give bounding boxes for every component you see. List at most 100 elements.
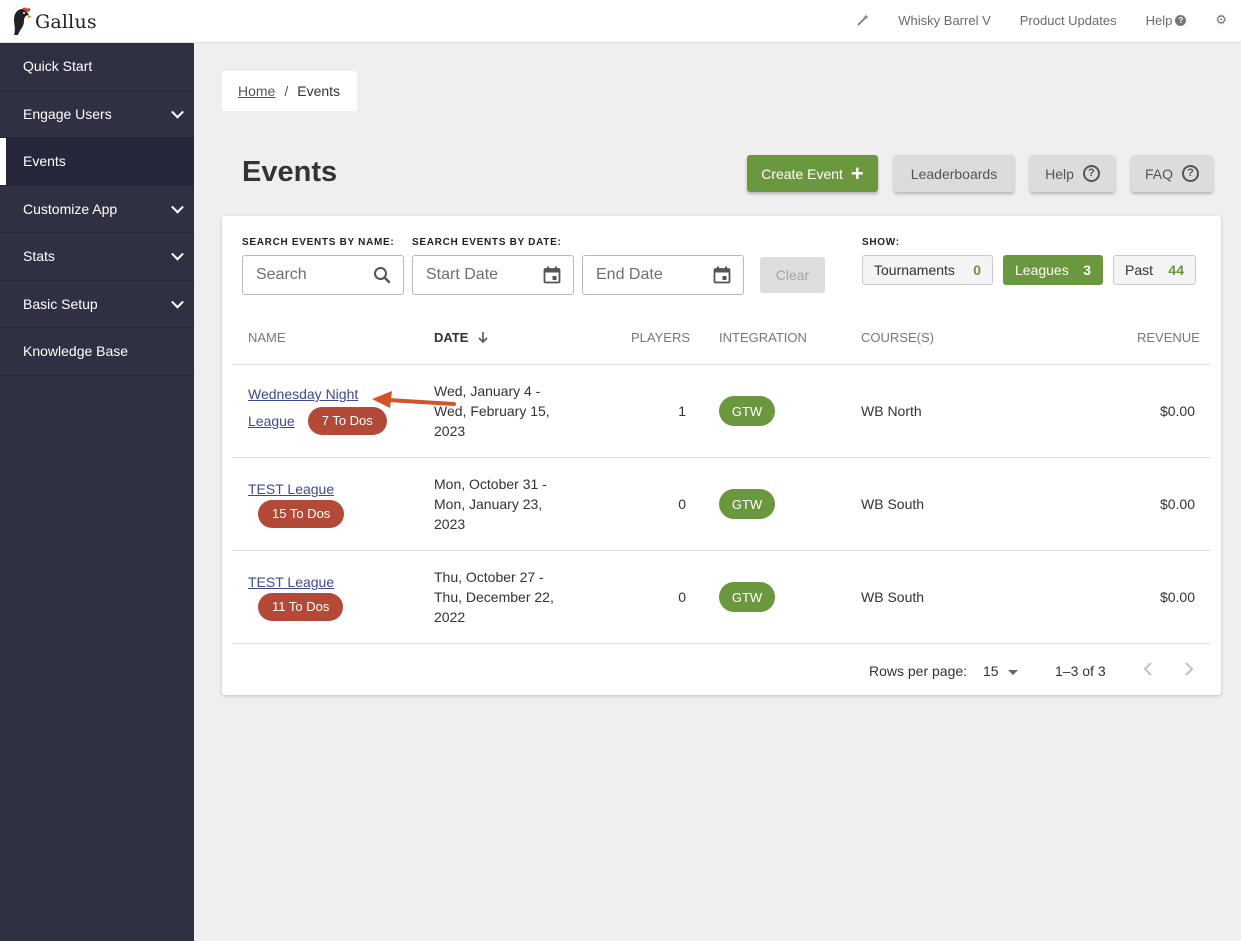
sidebar-item-label: Quick Start — [23, 58, 93, 75]
integration-badge: GTW — [719, 396, 775, 426]
todo-badge[interactable]: 15 To Dos — [258, 500, 345, 528]
sidebar-item-label: Basic Setup — [23, 295, 98, 312]
sidebar-item-knowledge-base[interactable]: Knowledge Base — [0, 328, 194, 376]
calendar-icon[interactable] — [713, 266, 731, 284]
show-label: SHOW: — [862, 237, 900, 248]
app-logo[interactable]: Gallus — [8, 7, 97, 37]
revenue-value: $0.00 — [1159, 589, 1195, 605]
event-name-link[interactable]: TEST League — [248, 481, 334, 497]
column-header-players[interactable]: PLAYERS — [631, 330, 690, 345]
create-event-label: Create Event — [761, 165, 843, 182]
chevron-down-icon — [171, 105, 184, 119]
sidebar-item-customize-app[interactable]: Customize App — [0, 186, 194, 233]
create-event-button[interactable]: Create Event + — [747, 155, 878, 192]
chevron-left-icon[interactable] — [1142, 662, 1154, 676]
gear-icon[interactable]: ⚙ — [1215, 12, 1227, 28]
column-header-date-label: DATE — [434, 330, 469, 345]
top-bar: Gallus Whisky Barrel V Product Updates H… — [0, 0, 1241, 43]
todo-badge[interactable]: 11 To Dos — [258, 593, 344, 621]
revenue-value: $0.00 — [1159, 496, 1195, 512]
breadcrumb-current: Events — [297, 83, 341, 99]
integration-badge: GTW — [719, 582, 775, 612]
event-name-link[interactable]: TEST League — [248, 574, 334, 590]
chip-label: Tournaments — [874, 262, 955, 278]
filter-chip-past[interactable]: Past 44 — [1113, 255, 1196, 285]
search-icon — [374, 267, 391, 284]
filter-chip-tournaments[interactable]: Tournaments 0 — [862, 255, 993, 285]
divider — [232, 643, 1211, 644]
players-count: 1 — [678, 403, 686, 419]
sidebar-item-basic-setup[interactable]: Basic Setup — [0, 281, 194, 328]
search-field — [242, 255, 404, 295]
help-link[interactable]: Help? — [1146, 13, 1187, 28]
sidebar-item-quick-start[interactable]: Quick Start — [0, 43, 194, 91]
sidebar-item-engage-users[interactable]: Engage Users — [0, 91, 194, 138]
question-circle-icon: ? — [1175, 14, 1187, 26]
filter-chip-leagues[interactable]: Leagues 3 — [1003, 255, 1103, 285]
divider — [232, 364, 1211, 365]
start-date-input[interactable] — [426, 266, 536, 284]
sidebar-item-events[interactable]: Events — [0, 138, 194, 186]
help-label: Help — [1145, 12, 1173, 28]
event-name-link[interactable]: Wednesday Night — [248, 386, 358, 402]
event-date-line: 2023 — [434, 423, 466, 439]
divider — [232, 457, 1211, 458]
events-card: SEARCH EVENTS BY NAME: SEARCH EVENTS BY … — [222, 216, 1221, 695]
breadcrumb-home-link[interactable]: Home — [238, 83, 275, 99]
chip-count: 3 — [1083, 262, 1091, 278]
annotation-arrow — [372, 391, 456, 408]
integration-badge: GTW — [719, 489, 775, 519]
event-date-line: Mon, October 31 - — [434, 476, 547, 492]
faq-button[interactable]: FAQ? — [1131, 155, 1213, 192]
sidebar-item-label: Stats — [23, 248, 55, 265]
caret-down-icon — [1007, 669, 1018, 675]
question-circle-icon: ? — [1082, 165, 1100, 182]
rows-per-page-value: 15 — [983, 663, 999, 679]
search-date-label: SEARCH EVENTS BY DATE: — [412, 237, 562, 248]
calendar-icon[interactable] — [543, 266, 561, 284]
start-date-field — [412, 255, 574, 295]
chevron-down-icon — [171, 295, 184, 309]
sidebar-item-stats[interactable]: Stats — [0, 233, 194, 281]
product-updates-link[interactable]: Product Updates — [1020, 13, 1117, 28]
sidebar: Quick Start Engage Users Events Customiz… — [0, 43, 194, 941]
magic-wand-icon[interactable] — [857, 14, 870, 26]
players-count: 0 — [678, 589, 686, 605]
plus-icon: + — [850, 160, 864, 186]
event-date-line: 2023 — [434, 516, 466, 532]
course-name: WB North — [861, 403, 922, 419]
account-menu[interactable]: Whisky Barrel V — [898, 13, 990, 28]
players-count: 0 — [678, 496, 686, 512]
event-name-link[interactable]: League — [248, 413, 295, 429]
leaderboards-label: Leaderboards — [910, 165, 998, 182]
chip-count: 0 — [973, 262, 981, 278]
breadcrumb-separator: / — [284, 83, 289, 99]
search-input[interactable] — [256, 266, 366, 284]
chip-count: 44 — [1168, 262, 1184, 278]
breadcrumb: Home / Events — [222, 71, 357, 111]
column-header-name[interactable]: NAME — [248, 330, 286, 345]
chevron-right-icon[interactable] — [1183, 662, 1195, 676]
search-name-label: SEARCH EVENTS BY NAME: — [242, 237, 395, 248]
clear-button[interactable]: Clear — [760, 257, 825, 293]
end-date-field — [582, 255, 744, 295]
sidebar-item-label: Knowledge Base — [23, 343, 129, 360]
event-date-line: 2022 — [434, 609, 466, 625]
column-header-date[interactable]: DATE — [434, 330, 489, 345]
column-header-revenue[interactable]: REVENUE — [1137, 330, 1200, 345]
course-name: WB South — [861, 496, 925, 512]
course-name: WB South — [861, 589, 925, 605]
event-date-line: Mon, January 23, — [434, 496, 543, 512]
column-header-courses[interactable]: COURSE(S) — [861, 330, 934, 345]
rows-per-page-select[interactable]: 15 — [983, 663, 1018, 679]
event-date-line: Thu, October 27 - — [434, 569, 544, 585]
column-header-integration[interactable]: INTEGRATION — [719, 330, 807, 345]
page-title: Events — [242, 156, 338, 188]
chip-label: Leagues — [1015, 262, 1069, 278]
end-date-input[interactable] — [596, 266, 706, 284]
rooster-logo-icon — [14, 7, 32, 35]
leaderboards-button[interactable]: Leaderboards — [894, 155, 1014, 192]
chevron-down-icon — [171, 200, 184, 214]
help-button[interactable]: Help? — [1030, 155, 1115, 192]
chip-label: Past — [1125, 262, 1154, 278]
